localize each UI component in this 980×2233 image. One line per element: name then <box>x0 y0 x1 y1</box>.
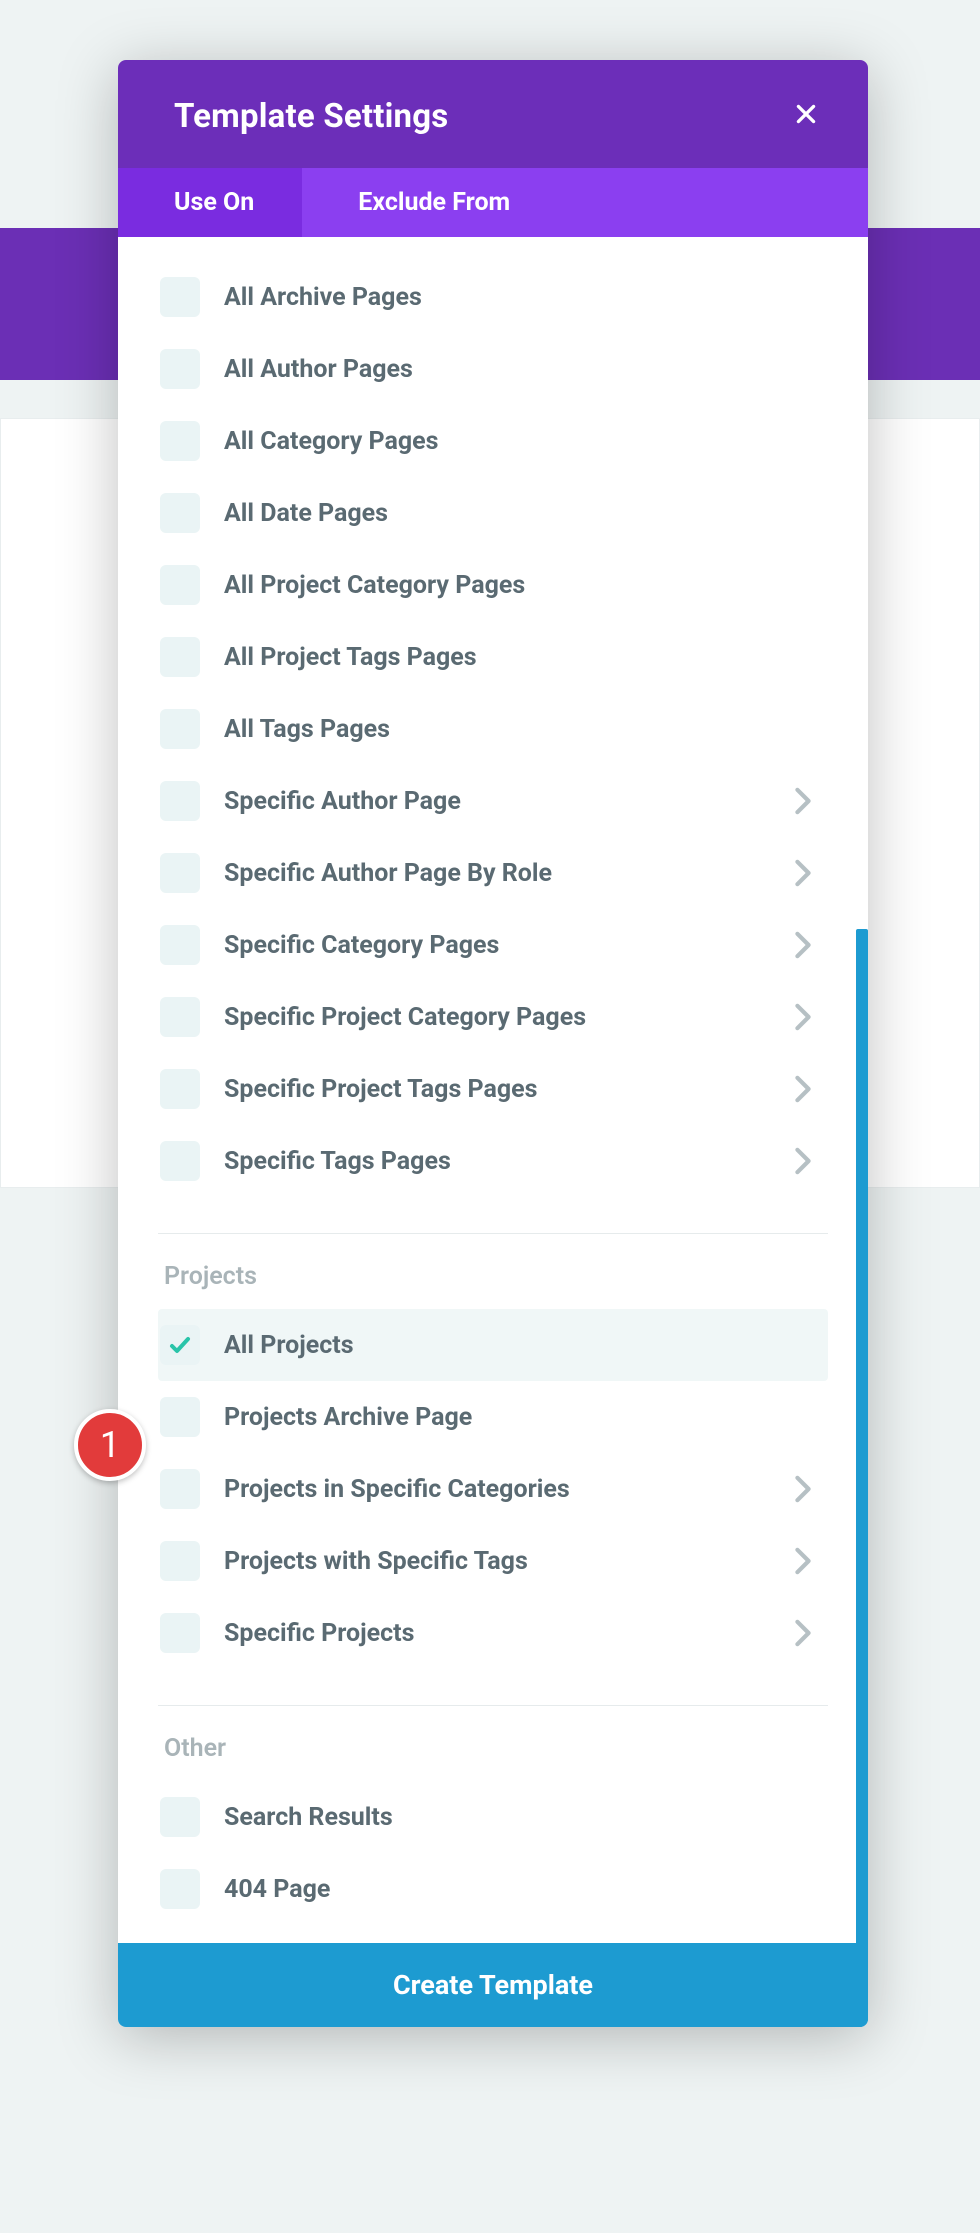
option-404-page[interactable]: 404 Page <box>158 1853 828 1925</box>
option-label: Projects in Specific Categories <box>224 1475 788 1504</box>
checkbox[interactable] <box>160 349 200 389</box>
group-title-projects: Projects <box>164 1262 828 1291</box>
option-label: All Category Pages <box>224 427 818 456</box>
group-title-other: Other <box>164 1734 828 1763</box>
checkbox[interactable] <box>160 565 200 605</box>
option-all-archive-pages[interactable]: All Archive Pages <box>158 261 828 333</box>
checkbox[interactable] <box>160 277 200 317</box>
group-other: Other Search Results 404 Page <box>158 1734 828 1961</box>
option-label: Specific Author Page By Role <box>224 859 788 888</box>
option-projects-in-specific-categories[interactable]: Projects in Specific Categories <box>158 1453 828 1525</box>
tab-use-on[interactable]: Use On <box>118 168 302 237</box>
close-icon <box>793 101 819 131</box>
option-label: Specific Project Category Pages <box>224 1003 788 1032</box>
option-label: All Tags Pages <box>224 715 818 744</box>
option-specific-project-category-pages[interactable]: Specific Project Category Pages <box>158 981 828 1053</box>
option-all-project-category-pages[interactable]: All Project Category Pages <box>158 549 828 621</box>
option-label: Search Results <box>224 1803 818 1832</box>
chevron-right-icon <box>788 1618 818 1648</box>
checkbox[interactable] <box>160 1141 200 1181</box>
scrollbar[interactable] <box>856 929 868 2027</box>
option-specific-author-page[interactable]: Specific Author Page <box>158 765 828 837</box>
options-scroll-area[interactable]: All Archive Pages All Author Pages All C… <box>118 237 868 2027</box>
chevron-right-icon <box>788 1074 818 1104</box>
checkbox[interactable] <box>160 1613 200 1653</box>
group-projects: Projects All Projects Projects Archive P… <box>158 1262 828 1706</box>
option-label: All Archive Pages <box>224 283 818 312</box>
option-specific-category-pages[interactable]: Specific Category Pages <box>158 909 828 981</box>
tab-exclude-from[interactable]: Exclude From <box>302 168 566 237</box>
chevron-right-icon <box>788 1002 818 1032</box>
option-specific-projects[interactable]: Specific Projects <box>158 1597 828 1669</box>
checkbox[interactable] <box>160 1397 200 1437</box>
chevron-right-icon <box>788 786 818 816</box>
checkbox[interactable] <box>160 925 200 965</box>
annotation-badge-1: 1 <box>74 1409 146 1481</box>
option-label: All Project Category Pages <box>224 571 818 600</box>
checkbox[interactable] <box>160 781 200 821</box>
close-button[interactable] <box>784 94 828 138</box>
create-template-button[interactable]: Create Template <box>118 1943 868 2027</box>
option-projects-archive-page[interactable]: Projects Archive Page <box>158 1381 828 1453</box>
option-all-date-pages[interactable]: All Date Pages <box>158 477 828 549</box>
option-label: All Date Pages <box>224 499 818 528</box>
option-label: All Projects <box>224 1331 818 1360</box>
option-label: Specific Author Page <box>224 787 788 816</box>
option-all-projects[interactable]: All Projects <box>158 1309 828 1381</box>
group-archive: All Archive Pages All Author Pages All C… <box>158 261 828 1234</box>
checkbox[interactable] <box>160 637 200 677</box>
option-label: Specific Projects <box>224 1619 788 1648</box>
option-label: Specific Tags Pages <box>224 1147 788 1176</box>
option-all-category-pages[interactable]: All Category Pages <box>158 405 828 477</box>
modal-header: Template Settings <box>118 60 868 168</box>
checkbox[interactable] <box>160 1541 200 1581</box>
option-label: Projects Archive Page <box>224 1403 818 1432</box>
option-label: 404 Page <box>224 1875 818 1904</box>
tab-bar: Use On Exclude From <box>118 168 868 237</box>
chevron-right-icon <box>788 1546 818 1576</box>
option-all-author-pages[interactable]: All Author Pages <box>158 333 828 405</box>
chevron-right-icon <box>788 930 818 960</box>
checkbox[interactable] <box>160 421 200 461</box>
checkbox[interactable] <box>160 493 200 533</box>
checkbox[interactable] <box>160 709 200 749</box>
options-content: All Archive Pages All Author Pages All C… <box>118 237 868 1961</box>
chevron-right-icon <box>788 1146 818 1176</box>
checkbox[interactable] <box>160 1325 200 1365</box>
option-specific-author-page-by-role[interactable]: Specific Author Page By Role <box>158 837 828 909</box>
option-all-project-tags-pages[interactable]: All Project Tags Pages <box>158 621 828 693</box>
template-settings-modal: Template Settings Use On Exclude From Al… <box>118 60 868 2027</box>
checkbox[interactable] <box>160 997 200 1037</box>
chevron-right-icon <box>788 858 818 888</box>
option-label: Specific Project Tags Pages <box>224 1075 788 1104</box>
option-label: Specific Category Pages <box>224 931 788 960</box>
option-projects-with-specific-tags[interactable]: Projects with Specific Tags <box>158 1525 828 1597</box>
checkbox[interactable] <box>160 853 200 893</box>
option-label: All Project Tags Pages <box>224 643 818 672</box>
checkbox[interactable] <box>160 1797 200 1837</box>
option-label: All Author Pages <box>224 355 818 384</box>
chevron-right-icon <box>788 1474 818 1504</box>
checkbox[interactable] <box>160 1469 200 1509</box>
option-label: Projects with Specific Tags <box>224 1547 788 1576</box>
option-all-tags-pages[interactable]: All Tags Pages <box>158 693 828 765</box>
modal-title: Template Settings <box>174 97 448 136</box>
option-specific-tags-pages[interactable]: Specific Tags Pages <box>158 1125 828 1197</box>
checkbox[interactable] <box>160 1069 200 1109</box>
option-search-results[interactable]: Search Results <box>158 1781 828 1853</box>
checkbox[interactable] <box>160 1869 200 1909</box>
option-specific-project-tags-pages[interactable]: Specific Project Tags Pages <box>158 1053 828 1125</box>
